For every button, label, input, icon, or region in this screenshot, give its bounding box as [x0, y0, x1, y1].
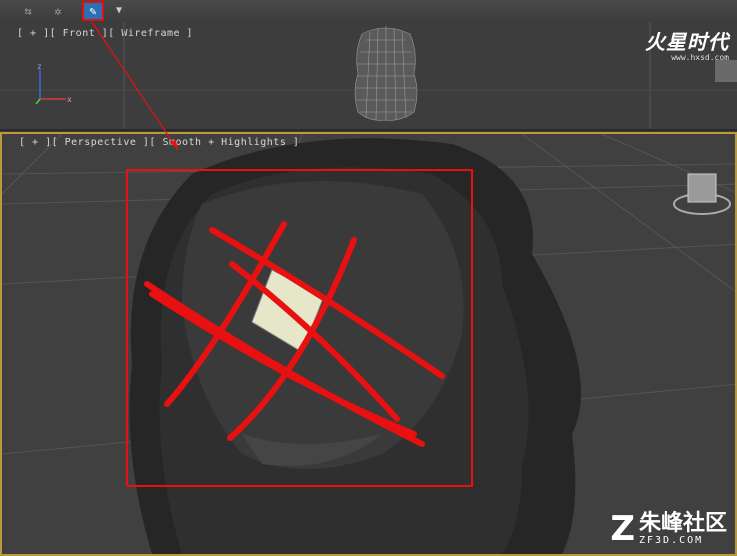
svg-text:x: x — [67, 95, 72, 104]
perspective-viewport-canvas — [2, 134, 735, 554]
front-viewport[interactable]: [ + ][ Front ][ Wireframe ] z x 火星时代 www… — [0, 22, 737, 131]
zf3d-watermark: Z 朱峰社区 ZF3D.COM — [610, 512, 727, 546]
hxsd-watermark: 火星时代 www.hxsd.com — [645, 26, 729, 62]
axis-gizmo-icon: z x — [35, 62, 72, 105]
toolbar-dropdown-arrow-icon[interactable]: ▼ — [116, 5, 122, 16]
sparkle-icon[interactable]: ✲ — [48, 2, 68, 20]
front-viewport-canvas: z x — [0, 22, 737, 129]
zf3d-url: ZF3D.COM — [638, 534, 704, 546]
edit-mode-icon[interactable]: ✎ — [82, 1, 104, 21]
zf3d-logo-icon: Z — [610, 509, 635, 549]
main-toolbar: ⇆ ✲ ✎ ▼ — [0, 0, 737, 23]
viewcube-front-icon — [715, 60, 737, 82]
head-3d-model — [129, 138, 581, 554]
perspective-viewport-label[interactable]: [ + ][ Perspective ][ Smooth + Highlight… — [19, 137, 299, 148]
svg-text:z: z — [37, 62, 42, 71]
move-arrows-icon[interactable]: ⇆ — [18, 2, 38, 20]
hxsd-brand: 火星时代 — [645, 30, 729, 54]
viewcube-icon — [673, 173, 731, 215]
wireframe-head-model — [354, 26, 418, 121]
perspective-viewport[interactable]: [ + ][ Perspective ][ Smooth + Highlight… — [0, 132, 737, 556]
zf3d-brand: 朱峰社区 — [638, 510, 727, 536]
